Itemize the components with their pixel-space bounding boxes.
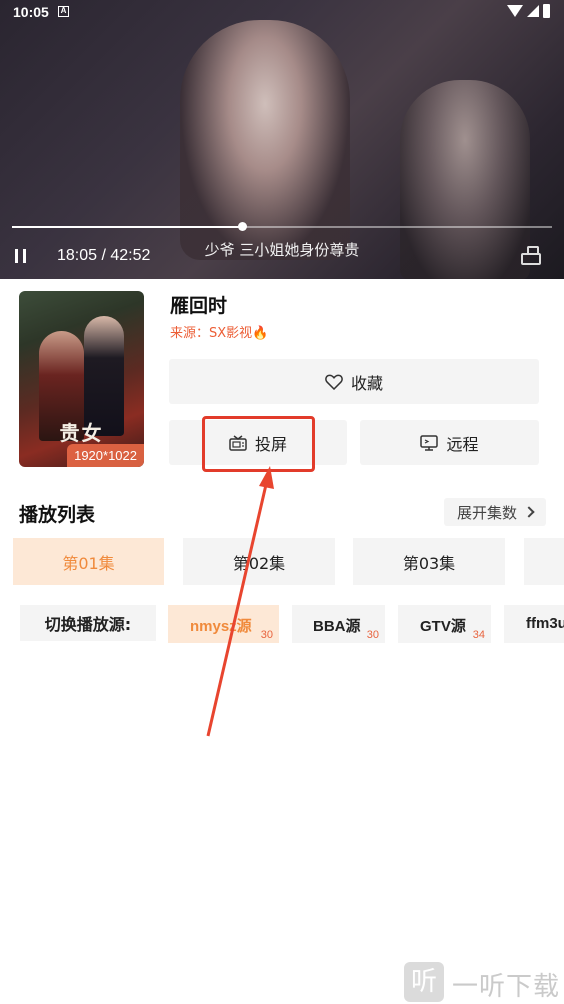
source-count: 30 [260, 629, 273, 641]
source-name: ffm3u [526, 615, 564, 632]
source-count: 34 [472, 629, 485, 641]
battery-icon [543, 4, 550, 18]
watermark-logo: 听 [404, 962, 444, 1002]
progress-fill [12, 226, 242, 228]
source-count: 30 [366, 629, 379, 641]
pause-icon[interactable] [15, 249, 27, 263]
movie-source: 来源：SX影视🔥 [170, 326, 269, 341]
progress-knob[interactable] [237, 222, 247, 231]
watermark-text: 一听下载 [452, 972, 561, 1002]
source-name: nmysz源 [190, 618, 252, 635]
episode-item[interactable] [524, 538, 564, 585]
playlist-title: 播放列表 [19, 504, 96, 526]
chevron-right-icon [523, 506, 535, 518]
movie-title: 雁回时 [170, 295, 228, 317]
video-player[interactable]: 10:05 A 少爷 三小姐她身份尊贵 18:05 / 42:52 [0, 0, 564, 279]
episode-item[interactable]: 第03集 [353, 538, 505, 585]
source-item[interactable]: GTV源 34 [398, 605, 491, 643]
switch-source-label: 切换播放源: [20, 605, 156, 641]
episode-item[interactable]: 第01集 [13, 538, 164, 585]
expand-episodes-button[interactable]: 展开集数 [444, 498, 546, 526]
remote-label: 远程 [446, 434, 479, 454]
episode-item[interactable]: 第02集 [183, 538, 335, 585]
resolution-badge: 1920*1022 [67, 444, 144, 467]
video-progress-bar[interactable] [12, 222, 552, 231]
expand-label: 展开集数 [456, 503, 517, 522]
cast-highlight-box [202, 416, 315, 472]
signal-icon [527, 5, 539, 17]
video-time: 18:05 / 42:52 [57, 247, 151, 264]
video-frame-figure [180, 20, 350, 260]
heart-icon [325, 374, 343, 390]
favorite-button[interactable]: 收藏 [169, 359, 539, 404]
rotate-screen-icon[interactable] [521, 246, 543, 266]
favorite-label: 收藏 [350, 373, 383, 393]
monitor-icon [420, 434, 439, 451]
source-name: GTV源 [420, 618, 466, 635]
notification-a-icon: A [58, 6, 69, 17]
wifi-icon [507, 5, 523, 17]
watermark: 听 一听下载 [404, 962, 564, 1004]
remote-button[interactable]: 远程 [360, 420, 539, 465]
source-item[interactable]: ffm3u [504, 605, 564, 643]
poster-image: 贵女 1920*1022 [19, 291, 144, 467]
source-item[interactable]: BBA源 30 [292, 605, 385, 643]
status-time: 10:05 [13, 4, 49, 20]
source-item[interactable]: nmysz源 30 [168, 605, 279, 643]
poster-title: 贵女 [59, 421, 104, 445]
source-name: BBA源 [313, 618, 361, 635]
status-bar: 10:05 A [0, 0, 564, 26]
